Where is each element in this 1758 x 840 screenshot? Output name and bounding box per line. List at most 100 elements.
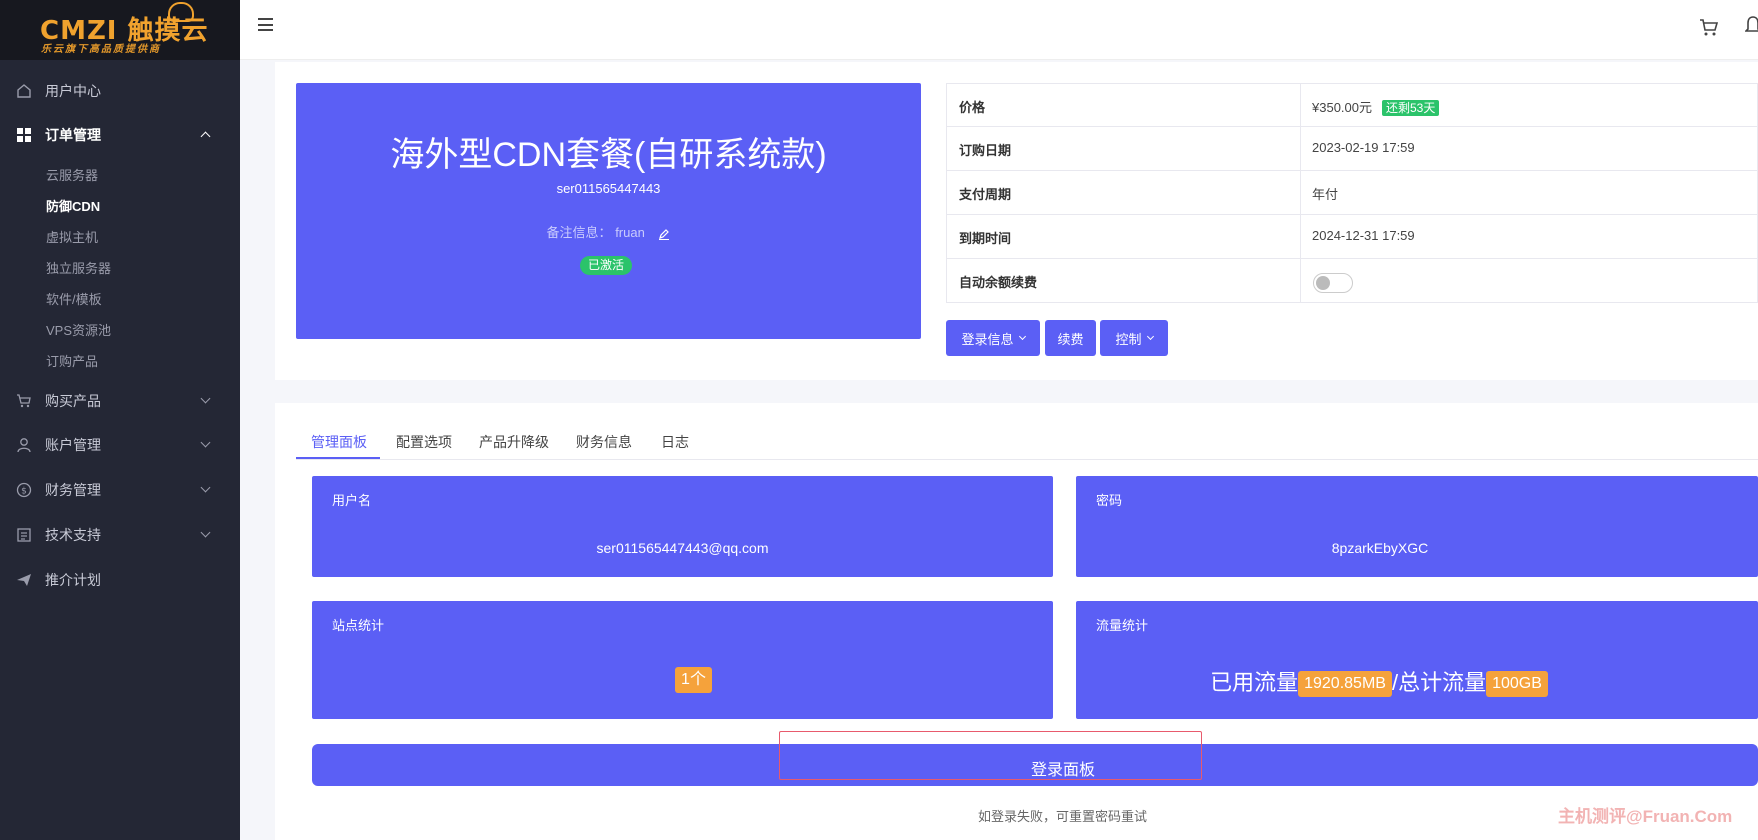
site-stats-panel: 站点统计 1个 (312, 601, 1053, 719)
info-row-billing-cycle: 支付周期 年付 (946, 171, 1758, 215)
product-title: 海外型CDN套餐(自研系统款) (390, 136, 827, 174)
site-count-wrap: 1个 (323, 667, 1064, 693)
sidebar-subitem-vps-pool[interactable]: VPS资源池 (46, 320, 111, 339)
logo-tagline: 乐云旗下高品质提供商 (41, 44, 161, 55)
sidebar-subitem-dedicated-server[interactable]: 独立服务器 (46, 258, 111, 277)
tab-logs[interactable]: 日志 (661, 432, 689, 452)
traffic-used-value: 1920.85MB (1298, 671, 1392, 698)
sidebar-item-referral[interactable]: 推介计划 (0, 560, 240, 600)
billing-cycle-value: 年付 (1312, 187, 1339, 202)
bell-icon[interactable] (1745, 14, 1758, 36)
highlight-box (779, 731, 1202, 780)
sidebar-item-user-center[interactable]: 用户中心 (0, 71, 240, 111)
billing-cycle-label: 支付周期 (959, 187, 1012, 202)
sidebar-item-order-management[interactable]: 订单管理 (0, 115, 240, 155)
note-label: 备注信息： (546, 225, 612, 240)
username-title: 用户名 (332, 493, 372, 508)
sidebar-subitem-ordered-products[interactable]: 订购产品 (46, 351, 98, 370)
sidebar-item-label: 账户管理 (45, 437, 101, 453)
expiry-label: 到期时间 (959, 231, 1012, 246)
info-row-price: 价格 ¥350.00元 还剩53天 (946, 83, 1758, 128)
chevron-down-icon (200, 437, 211, 448)
info-row-expiry: 到期时间 2024-12-31 17:59 (946, 215, 1758, 259)
password-value: 8pzarkEbyXGC (1331, 540, 1429, 556)
dollar-icon: $ (15, 481, 33, 499)
login-info-dropdown-button[interactable]: 登录信息 (946, 320, 1040, 356)
divider (1300, 259, 1301, 303)
sidebar-subitem-virtual-host[interactable]: 虚拟主机 (46, 227, 98, 246)
sidebar-item-label: 技术支持 (45, 527, 101, 543)
document-icon (15, 526, 33, 544)
chevron-down-icon (1018, 332, 1026, 341)
sidebar-subitem-software[interactable]: 软件/模板 (46, 289, 102, 308)
home-icon (15, 82, 33, 100)
sidebar-item-buy-products[interactable]: 购买产品 (0, 381, 240, 421)
price-label: 价格 (959, 100, 986, 115)
renew-button[interactable]: 续费 (1045, 320, 1096, 356)
topbar (240, 0, 1758, 60)
sidebar-subitem-cdn[interactable]: 防御CDN (46, 196, 100, 215)
divider (1300, 127, 1301, 171)
chevron-down-icon (1146, 332, 1154, 341)
edit-icon[interactable] (658, 228, 670, 240)
password-panel: 密码 8pzarkEbyXGC (1076, 476, 1758, 577)
sidebar-item-label: 购买产品 (45, 393, 101, 409)
control-dropdown-button[interactable]: 控制 (1100, 320, 1168, 356)
cart-icon (15, 392, 33, 410)
menu-toggle-icon[interactable] (258, 18, 273, 31)
traffic-total-label: 总计流量 (1398, 670, 1487, 695)
traffic-stats-panel: 流量统计 已用流量 1920.85MB/总计流量 100GB (1076, 601, 1758, 719)
svg-text:$: $ (21, 487, 27, 497)
product-note: 备注信息： fruan (296, 222, 921, 241)
tab-management-panel[interactable]: 管理面板 (311, 432, 367, 452)
order-date-value: 2023-02-19 17:59 (1312, 140, 1415, 155)
tab-finance-info[interactable]: 财务信息 (576, 432, 632, 452)
watermark: 主机测评@Fruan.Com (1558, 807, 1733, 826)
password-title: 密码 (1096, 493, 1123, 508)
sidebar-item-label: 推介计划 (45, 572, 101, 588)
control-label: 控制 (1115, 331, 1142, 347)
sidebar-item-account[interactable]: 账户管理 (0, 425, 240, 465)
logo[interactable]: CMZI 触摸云 乐云旗下高品质提供商 (0, 0, 240, 60)
price-value: ¥350.00元 还剩53天 (1312, 97, 1440, 116)
login-hint: 如登录失败，可重置密码重试 (978, 809, 1148, 824)
divider (1300, 215, 1301, 259)
chevron-up-icon (200, 131, 211, 142)
chevron-down-icon (200, 482, 211, 493)
sidebar-subitem-cloud-server[interactable]: 云服务器 (46, 165, 98, 184)
login-info-label: 登录信息 (961, 331, 1014, 347)
order-date-label: 订购日期 (959, 143, 1012, 158)
note-value: fruan (615, 225, 645, 240)
traffic-stats-title: 流量统计 (1096, 618, 1149, 633)
traffic-total-value: 100GB (1486, 671, 1548, 698)
user-icon (15, 436, 33, 454)
cloud-logo-icon (168, 2, 194, 22)
traffic-used-label: 已用流量 (1210, 670, 1299, 695)
sidebar: CMZI 触摸云 乐云旗下高品质提供商 用户中心 订单管理 云服务器 防御CDN… (0, 0, 240, 840)
tab-upgrade-downgrade[interactable]: 产品升降级 (479, 432, 549, 452)
product-id: ser011565447443 (556, 181, 661, 196)
info-row-order-date: 订购日期 2023-02-19 17:59 (946, 127, 1758, 171)
auto-renew-toggle[interactable] (1313, 273, 1353, 293)
remaining-days-badge: 还剩53天 (1382, 100, 1440, 116)
paper-plane-icon (15, 571, 33, 589)
chevron-down-icon (200, 527, 211, 538)
price-amount: ¥350.00元 (1312, 100, 1372, 115)
sidebar-item-support[interactable]: 技术支持 (0, 515, 240, 555)
username-value: ser011565447443@qq.com (596, 540, 769, 556)
divider (1300, 84, 1301, 128)
auto-renew-label: 自动余额续费 (959, 275, 1038, 290)
sidebar-item-label: 财务管理 (45, 482, 101, 498)
tab-bar: 管理面板 配置选项 产品升降级 财务信息 日志 (296, 420, 1758, 460)
username-panel: 用户名 ser011565447443@qq.com (312, 476, 1053, 577)
status-badge: 已激活 (580, 256, 633, 275)
active-tab-indicator (296, 457, 380, 459)
tab-config-options[interactable]: 配置选项 (396, 432, 452, 452)
site-count-value: 1个 (675, 667, 712, 693)
traffic-summary: 已用流量 1920.85MB/总计流量 100GB (1038, 665, 1720, 698)
cart-icon[interactable] (1698, 16, 1720, 38)
sidebar-item-finance[interactable]: $ 财务管理 (0, 470, 240, 510)
grid-icon (15, 126, 33, 144)
sidebar-item-label: 用户中心 (45, 83, 101, 99)
divider (1300, 171, 1301, 215)
